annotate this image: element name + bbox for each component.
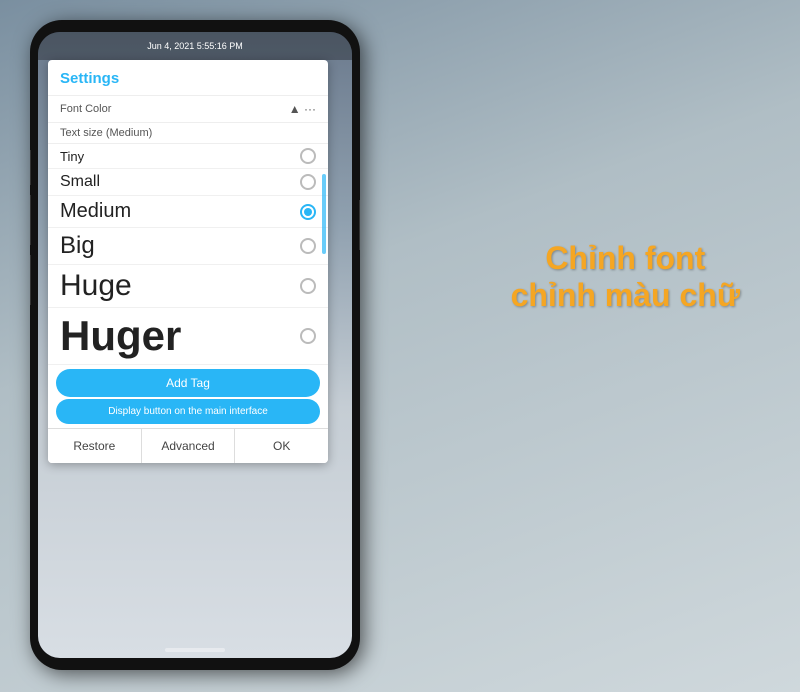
status-bar-text: Jun 4, 2021 5:55:16 PM bbox=[147, 41, 243, 51]
advanced-button[interactable]: Advanced bbox=[141, 429, 235, 463]
camera-button bbox=[30, 255, 31, 305]
font-color-icons: ▲ ··· bbox=[289, 102, 316, 116]
font-option-huger[interactable]: Huger bbox=[48, 308, 328, 365]
font-color-label: Font Color bbox=[60, 103, 111, 115]
dialog-action-buttons: Add Tag Display button on the main inter… bbox=[48, 365, 328, 428]
phone-shell: Jun 4, 2021 5:55:16 PM Settings Font Col… bbox=[30, 20, 360, 670]
font-option-medium[interactable]: Medium bbox=[48, 196, 328, 228]
home-indicator bbox=[165, 648, 225, 652]
status-bar: Jun 4, 2021 5:55:16 PM bbox=[38, 32, 352, 60]
font-option-huge[interactable]: Huge bbox=[48, 265, 328, 308]
font-color-row[interactable]: Font Color ▲ ··· bbox=[48, 96, 328, 123]
font-option-tiny[interactable]: Tiny bbox=[48, 144, 328, 169]
display-button[interactable]: Display button on the main interface bbox=[56, 399, 320, 424]
restore-button[interactable]: Restore bbox=[48, 429, 141, 463]
font-medium-label: Medium bbox=[60, 200, 131, 223]
settings-title: Settings bbox=[48, 60, 328, 96]
phone-screen: Jun 4, 2021 5:55:16 PM Settings Font Col… bbox=[38, 32, 352, 658]
radio-big bbox=[300, 238, 316, 254]
font-options-list: Tiny Small Medium Big bbox=[48, 144, 328, 365]
font-huge-label: Huge bbox=[60, 269, 132, 303]
add-tag-button[interactable]: Add Tag bbox=[56, 369, 320, 397]
text-size-label: Text size (Medium) bbox=[48, 123, 328, 144]
radio-small bbox=[300, 174, 316, 190]
font-huger-label: Huger bbox=[60, 312, 181, 360]
scroll-indicator bbox=[322, 144, 326, 365]
radio-medium bbox=[300, 204, 316, 220]
power-button bbox=[359, 200, 360, 250]
font-option-big[interactable]: Big bbox=[48, 228, 328, 265]
font-small-label: Small bbox=[60, 173, 100, 191]
ok-button[interactable]: OK bbox=[234, 429, 328, 463]
dialog-footer: Restore Advanced OK bbox=[48, 428, 328, 463]
font-option-small[interactable]: Small bbox=[48, 169, 328, 196]
volume-down-button bbox=[30, 195, 31, 245]
radio-tiny bbox=[300, 148, 316, 164]
radio-huger bbox=[300, 328, 316, 344]
settings-dialog: Settings Font Color ▲ ··· Text size (Med… bbox=[48, 60, 328, 463]
volume-up-button bbox=[30, 150, 31, 185]
annotation-line1: Chỉnh font bbox=[511, 240, 740, 277]
annotation-block: Chỉnh font chỉnh màu chữ bbox=[511, 240, 740, 314]
scroll-thumb bbox=[322, 174, 326, 254]
font-big-label: Big bbox=[60, 232, 95, 260]
annotation-line2: chỉnh màu chữ bbox=[511, 277, 740, 314]
font-tiny-label: Tiny bbox=[60, 149, 84, 164]
radio-huge bbox=[300, 278, 316, 294]
